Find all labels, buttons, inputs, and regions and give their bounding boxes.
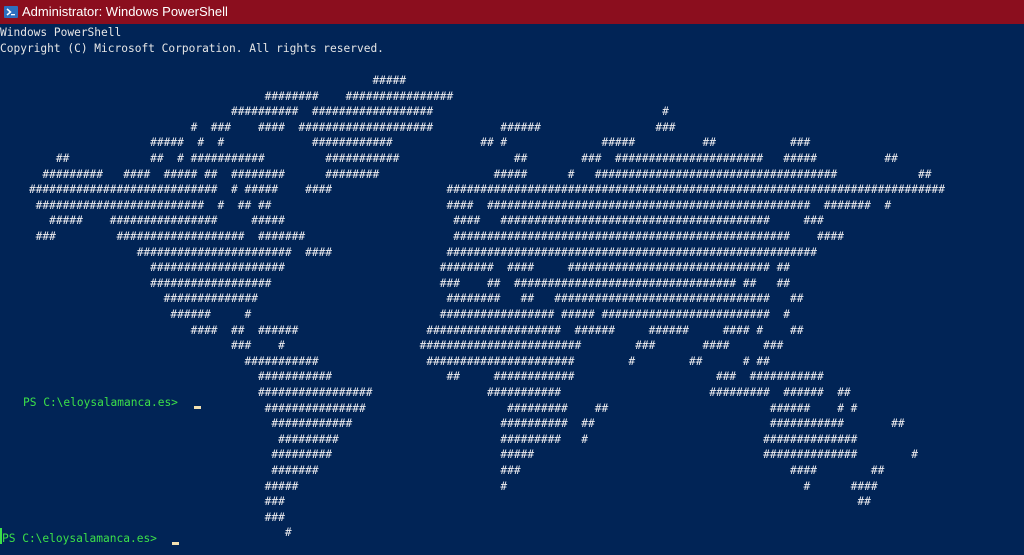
- ascii-map-line: ##### # # ####: [2, 479, 878, 493]
- ascii-map-line: ##### ################ ##### #### ######…: [2, 214, 824, 228]
- ascii-map-line: ########## ################## #: [2, 105, 669, 119]
- header-line: Windows PowerShell: [0, 26, 122, 39]
- ascii-map-line: ##### # # ############ ## # ##### ## ###: [2, 136, 811, 150]
- text-cursor: [172, 542, 179, 545]
- ascii-map-line: ######## ################: [2, 89, 454, 103]
- ascii-map-line: #################### ######## #### #####…: [2, 261, 791, 275]
- ascii-map-line: #####: [2, 74, 407, 87]
- ascii-map-line: ###: [2, 510, 285, 524]
- ascii-map-line: ### # ######################## ### #### …: [2, 339, 784, 353]
- ascii-map-line: ############## ######## ## #############…: [2, 292, 804, 306]
- powershell-icon: [4, 6, 18, 18]
- window-title: Administrator: Windows PowerShell: [22, 4, 228, 19]
- console-output[interactable]: Windows PowerShell Copyright (C) Microso…: [0, 25, 1024, 555]
- ascii-map-line: ################## ### ## ##############…: [2, 276, 791, 290]
- input-caret-edge: [0, 528, 2, 544]
- ascii-map-line: ## ## # ########### ########### ## ### #…: [2, 152, 898, 165]
- ascii-map-line: ######### #### ##### ## ######## #######…: [2, 167, 932, 181]
- ascii-map-line: ########### ###################### # ## …: [2, 354, 770, 368]
- ascii-map-line: ### ################### ####### ########…: [2, 230, 844, 243]
- ascii-map-line: #### ## ###### #################### ####…: [2, 323, 804, 337]
- ascii-map-line: ####### ### #### ##: [2, 464, 885, 477]
- ascii-map-line: ############################ # ##### ###…: [2, 183, 945, 197]
- ascii-map-line: ######################### # ## ## #### #…: [2, 198, 892, 212]
- header-line: Copyright (C) Microsoft Corporation. All…: [0, 41, 384, 55]
- ascii-map-line: ######### ######### # ##############: [2, 432, 858, 446]
- ascii-map-line: ####################### #### ###########…: [2, 245, 817, 259]
- ascii-map-line: ###### # ################# ##### #######…: [2, 308, 791, 321]
- ascii-map-line: ############ ########## ## ########### #…: [2, 417, 905, 431]
- ascii-map-line: ########### ## ############ ### ########…: [2, 370, 824, 384]
- ascii-map-line: ### ##: [2, 495, 871, 509]
- prompt-line: PS C:\eloysalamanca.es>: [23, 396, 185, 409]
- prompt-line[interactable]: PS C:\eloysalamanca.es>: [2, 531, 164, 547]
- ascii-map-line: # ### #### #################### ###### #…: [2, 120, 676, 134]
- text-cursor: [194, 406, 201, 409]
- title-bar[interactable]: Administrator: Windows PowerShell: [0, 0, 1024, 24]
- ascii-map-line: ######### ##### ############## #: [2, 448, 919, 462]
